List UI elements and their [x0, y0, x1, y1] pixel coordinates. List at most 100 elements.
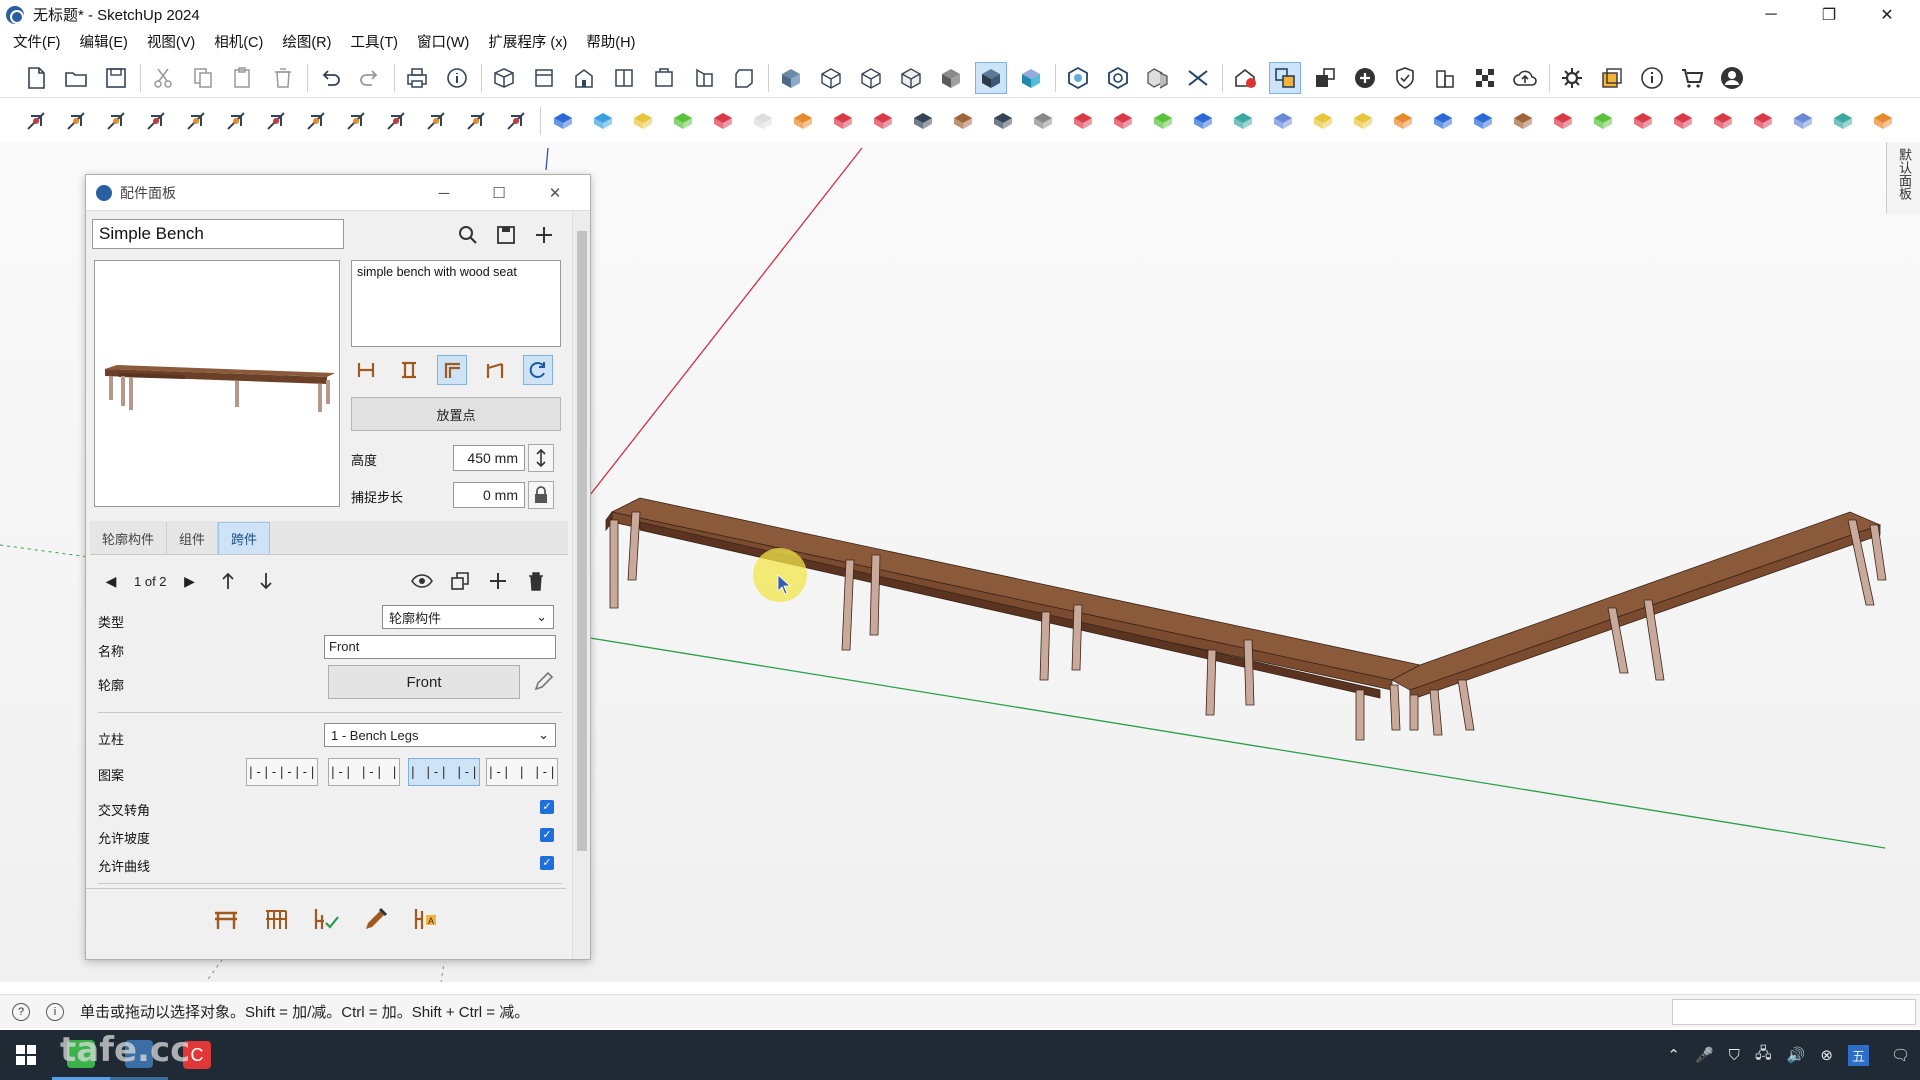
cart-icon[interactable]	[1676, 62, 1708, 94]
cube-brown-tool-icon[interactable]	[1507, 105, 1539, 137]
print-icon[interactable]	[401, 62, 433, 94]
panel-minimize-button[interactable]: ─	[424, 175, 464, 211]
monochrome-style-icon[interactable]	[975, 61, 1007, 94]
gear-settings-icon[interactable]	[1556, 62, 1588, 94]
undo-icon[interactable]	[314, 62, 346, 94]
info-icon[interactable]: i	[46, 1002, 64, 1021]
network-icon[interactable]: 🖧	[1755, 1043, 1772, 1068]
cone-multi-tool-icon[interactable]	[1267, 105, 1299, 137]
face-cyan-tool-icon[interactable]	[587, 105, 619, 137]
info-circle-icon[interactable]	[1636, 62, 1668, 94]
erase-icon[interactable]	[267, 62, 299, 94]
menu-help[interactable]: 帮助(H)	[586, 31, 635, 52]
snap-center-icon[interactable]	[394, 355, 424, 385]
bench-apron-left[interactable]	[639, 521, 1381, 699]
axes-tool-icon[interactable]	[420, 105, 452, 137]
panels-icon[interactable]	[1596, 62, 1628, 94]
bench-leg[interactable]	[869, 554, 881, 636]
default-tray-tab[interactable]: 默认面板	[1886, 142, 1920, 214]
tab-components[interactable]: 组件	[167, 522, 219, 554]
org-chart-tool-icon[interactable]	[180, 105, 212, 137]
pencil-icon[interactable]	[532, 671, 554, 693]
lock-icon[interactable]	[528, 481, 554, 509]
component-description-textarea[interactable]: simple bench with wood seat	[351, 260, 561, 347]
hidden-line-style-icon[interactable]	[855, 62, 887, 94]
extension-manager-icon[interactable]	[1309, 62, 1341, 94]
cut-icon[interactable]	[147, 62, 179, 94]
xray-style-icon[interactable]	[775, 62, 807, 94]
refresh-icon[interactable]	[523, 355, 553, 385]
lasso-yellow-tool-icon[interactable]	[1347, 105, 1379, 137]
move-down-icon[interactable]	[253, 568, 279, 594]
pattern-option-4[interactable]: |-| | |-|	[486, 758, 558, 786]
shaded-style-icon[interactable]	[895, 62, 927, 94]
pattern-option-3[interactable]: | |-| |-|	[408, 758, 480, 786]
menu-view[interactable]: 视图(V)	[147, 31, 195, 52]
flag-tool-icon[interactable]	[907, 105, 939, 137]
cubes-red-tool-icon[interactable]	[1627, 105, 1659, 137]
screen-teal-tool-icon[interactable]	[1827, 105, 1859, 137]
bench-leg[interactable]	[1243, 639, 1255, 706]
bench-seat-top-left[interactable]	[610, 497, 1422, 681]
save-icon[interactable]	[492, 221, 520, 249]
shield-icon[interactable]	[1389, 62, 1421, 94]
cubes-red-3-tool-icon[interactable]	[1707, 105, 1739, 137]
copy-icon[interactable]	[187, 62, 219, 94]
ring-blue-tool-icon[interactable]	[1427, 105, 1459, 137]
bench-leg[interactable]	[1355, 689, 1365, 741]
gem-red-tool-icon[interactable]	[1747, 105, 1779, 137]
solid-tools-outer-shell-icon[interactable]	[1062, 62, 1094, 94]
follow-me-tool-icon[interactable]	[100, 105, 132, 137]
tab-profile-members[interactable]: 轮廓构件	[90, 522, 168, 554]
rotate-tool-icon[interactable]	[260, 105, 292, 137]
cubes-red-2-tool-icon[interactable]	[1667, 105, 1699, 137]
account-icon[interactable]	[1716, 62, 1748, 94]
solid-tools-intersect-icon[interactable]	[1102, 62, 1134, 94]
cross-corners-checkbox[interactable]: ✓	[540, 800, 554, 814]
rect-red-tool-icon[interactable]	[827, 105, 859, 137]
height-arrow-icon[interactable]	[528, 444, 554, 472]
chevron-up-icon[interactable]: ⌃	[1667, 1046, 1680, 1064]
close-circle-icon[interactable]: ⊗	[1820, 1046, 1833, 1064]
panel-maximize-button[interactable]: ☐	[479, 175, 519, 211]
front-view-icon[interactable]	[568, 62, 600, 94]
minimize-button[interactable]: ─	[1743, 0, 1799, 29]
bench-leg[interactable]	[1409, 694, 1419, 731]
bench-leg[interactable]	[1039, 611, 1051, 681]
search-icon[interactable]	[454, 221, 482, 249]
bench-leg[interactable]	[1869, 524, 1887, 581]
top-view-icon[interactable]	[528, 62, 560, 94]
stack-red-tool-icon[interactable]	[867, 105, 899, 137]
dimension-tool-icon[interactable]	[60, 105, 92, 137]
tab-spans[interactable]: 跨件	[218, 522, 271, 554]
grid-multi-tool-icon[interactable]	[1787, 105, 1819, 137]
right-view-icon[interactable]	[608, 62, 640, 94]
bench-seat-top-right[interactable]	[1391, 511, 1882, 691]
cloud-upload-icon[interactable]	[1509, 62, 1541, 94]
move-blue-tool-icon[interactable]	[1467, 105, 1499, 137]
pattern-option-1[interactable]: |-|-|-|-|	[246, 758, 318, 786]
microphone-icon[interactable]: 🎤	[1695, 1046, 1714, 1064]
save-icon[interactable]	[100, 62, 132, 94]
ring-orange-tool-icon[interactable]	[1387, 105, 1419, 137]
edit-span-tool-icon[interactable]	[309, 902, 343, 936]
snap-corner-icon[interactable]	[437, 355, 467, 385]
next-page-icon[interactable]: ▶	[177, 568, 203, 594]
tape-tool-icon[interactable]	[340, 105, 372, 137]
warehouse-icon[interactable]	[1229, 62, 1261, 94]
open-folder-icon[interactable]	[60, 62, 92, 94]
menu-camera[interactable]: 相机(C)	[214, 31, 263, 52]
notification-icon[interactable]: 🗨	[1891, 1046, 1910, 1064]
panel-scrollbar[interactable]	[572, 211, 590, 959]
x-blue-tool-icon[interactable]	[1187, 105, 1219, 137]
section-style-icon[interactable]	[1015, 62, 1047, 94]
line-tool-icon[interactable]	[20, 105, 52, 137]
trash-icon[interactable]	[523, 568, 549, 594]
allow-curves-checkbox[interactable]: ✓	[540, 856, 554, 870]
curve-orange-tool-icon[interactable]	[787, 105, 819, 137]
wireframe-style-icon[interactable]	[815, 62, 847, 94]
triangle-yellow-tool-icon[interactable]	[1307, 105, 1339, 137]
bench-seat-front-right[interactable]	[1409, 524, 1881, 701]
ime-indicator[interactable]: 五	[1847, 1044, 1869, 1066]
profile-button[interactable]: Front	[328, 665, 520, 699]
